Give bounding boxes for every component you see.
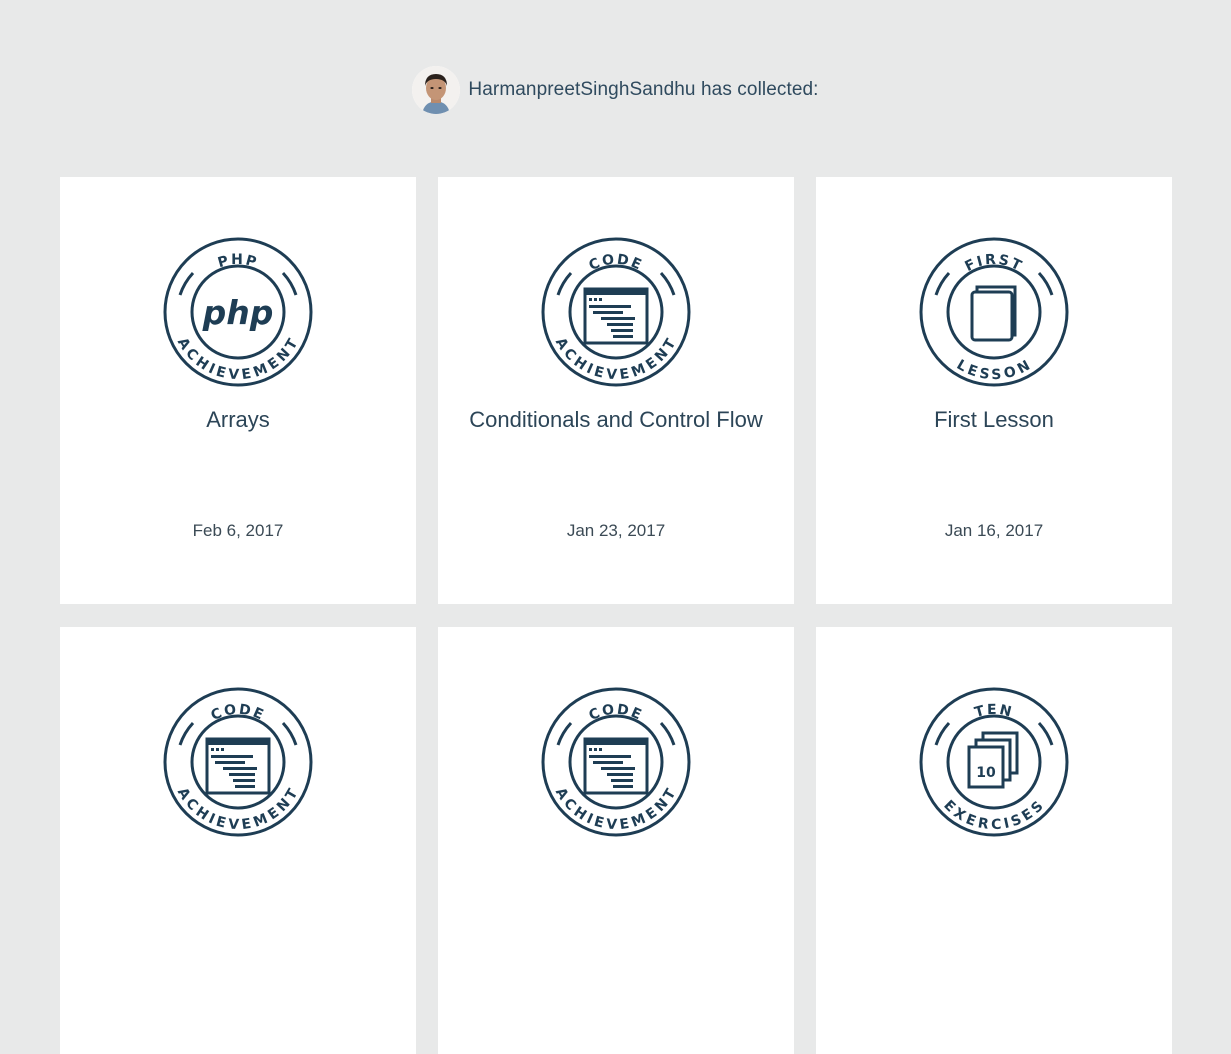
achievement-grid: PHP ACHIEVEMENT php Arrays Feb 6, 2017 C… <box>60 177 1172 1054</box>
achievement-date: Jan 16, 2017 <box>944 521 1044 540</box>
php-logo-icon: php <box>202 293 274 332</box>
code-window-icon <box>583 287 649 345</box>
svg-text:EXERCISES: EXERCISES <box>941 797 1048 833</box>
achievement-date: Feb 6, 2017 <box>192 521 284 540</box>
achievement-card[interactable]: CODE ACHIEVEMENT Conditionals and Contro… <box>438 177 794 604</box>
code-window-icon <box>205 737 271 795</box>
code-achievement-badge-icon: CODE ACHIEVEMENT <box>163 687 313 837</box>
svg-text:PHP: PHP <box>216 252 260 271</box>
svg-text:FIRST: FIRST <box>962 252 1025 275</box>
achievement-title: First Lesson <box>934 407 1054 432</box>
achievement-card[interactable]: CODE ACHIEVEMENT <box>438 627 794 1054</box>
user-avatar[interactable] <box>412 66 461 114</box>
username-link[interactable]: HarmanpreetSinghSandhu <box>468 79 695 100</box>
collection-caption: HarmanpreetSinghSandhu has collected: <box>468 79 818 101</box>
svg-text:TEN: TEN <box>973 702 1015 721</box>
code-achievement-badge-icon: CODE ACHIEVEMENT <box>541 687 691 837</box>
first-lesson-badge-icon: FIRST LESSON <box>919 237 1069 387</box>
code-window-icon <box>583 737 649 795</box>
collection-header: HarmanpreetSinghSandhu has collected: <box>0 64 1231 116</box>
achievement-title: Conditionals and Control Flow <box>469 407 763 432</box>
svg-text:CODE: CODE <box>587 702 646 724</box>
achievement-title: Arrays <box>206 407 270 432</box>
ten-exercises-badge-icon: TEN EXERCISES 10 <box>919 687 1069 837</box>
code-achievement-badge-icon: CODE ACHIEVEMENT <box>541 237 691 387</box>
achievement-card[interactable]: CODE ACHIEVEMENT <box>60 627 416 1054</box>
svg-text:CODE: CODE <box>209 702 268 724</box>
php-achievement-badge-icon: PHP ACHIEVEMENT php <box>163 237 313 387</box>
collected-label: has collected: <box>700 79 819 100</box>
achievement-date: Jan 23, 2017 <box>566 521 666 540</box>
book-icon <box>970 285 1017 342</box>
achievement-card[interactable]: PHP ACHIEVEMENT php Arrays Feb 6, 2017 <box>60 177 416 604</box>
svg-text:CODE: CODE <box>587 252 646 274</box>
svg-text:10: 10 <box>976 765 996 781</box>
achievement-card[interactable]: TEN EXERCISES 10 <box>816 627 1172 1054</box>
achievement-card[interactable]: FIRST LESSON First Lesson Jan 16, 2017 <box>816 177 1172 604</box>
